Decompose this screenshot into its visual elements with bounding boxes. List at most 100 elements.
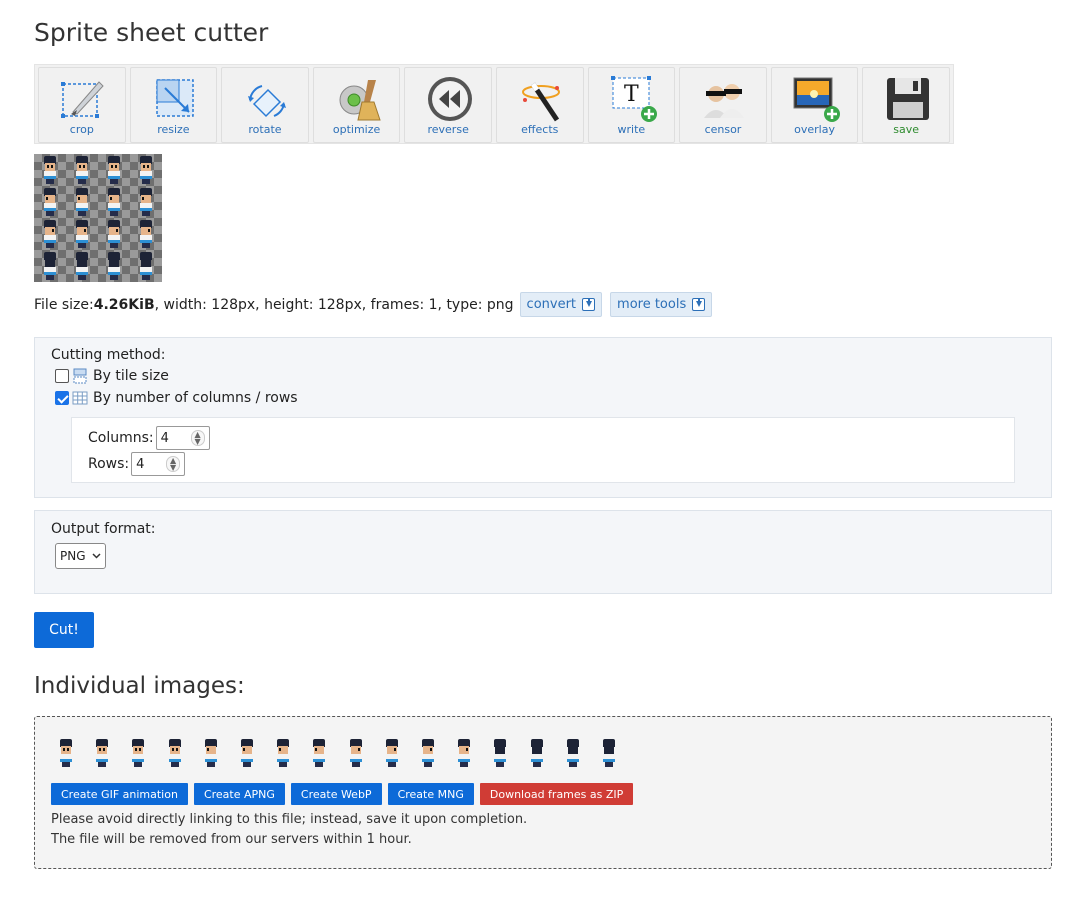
by-tile-size-checkbox[interactable]	[55, 369, 69, 383]
svg-text:T: T	[624, 82, 639, 107]
crop-tool-button[interactable]: crop	[38, 67, 126, 143]
by-columns-rows-option[interactable]: By number of columns / rows	[55, 390, 298, 406]
sprite-frame	[41, 220, 59, 248]
optimize-tool-button[interactable]: optimize	[312, 67, 401, 143]
download-arrow-icon	[692, 298, 706, 311]
by-tile-size-option[interactable]: By tile size	[55, 368, 169, 384]
rotate-icon	[248, 85, 287, 118]
cutting-method-panel: Cutting method: By tile size By number o…	[34, 337, 1052, 498]
sprite-frame	[41, 188, 59, 216]
sprite-frame	[105, 252, 123, 280]
output-format-value: PNG	[60, 549, 86, 563]
rotate-tool-button[interactable]: rotate	[221, 67, 309, 143]
rows-value: 4	[136, 456, 145, 472]
write-icon: T	[610, 76, 657, 122]
chevron-down-icon	[92, 553, 101, 559]
tool-label: rotate	[248, 123, 282, 136]
rows-field: Rows: 4 ▲ ▼	[88, 452, 186, 476]
overlay-icon	[793, 77, 840, 122]
sprite-frame	[93, 739, 111, 767]
columns-label: Columns:	[88, 430, 154, 446]
sprite-frame	[455, 739, 473, 767]
sprite-frame	[105, 156, 123, 184]
sprite-frame	[41, 252, 59, 280]
file-info: File size: 4.26KiB , width: 128px, heigh…	[34, 292, 713, 317]
effects-icon	[521, 82, 560, 122]
resize-icon	[155, 79, 194, 117]
create-mng-button[interactable]: Create MNG	[387, 783, 474, 805]
sprite-frame	[41, 156, 59, 184]
create-webp-button[interactable]: Create WebP	[290, 783, 382, 805]
sprite-frame	[347, 739, 365, 767]
more-tools-label: more tools	[617, 297, 687, 312]
grid-icon	[72, 391, 88, 405]
sprite-frame	[137, 188, 155, 216]
censor-icon	[704, 84, 745, 118]
optimize-icon	[339, 80, 381, 121]
save-icon	[887, 78, 930, 120]
cut-button[interactable]: Cut!	[34, 612, 94, 648]
individual-images-heading: Individual images:	[34, 673, 245, 699]
convert-button[interactable]: convert	[519, 292, 603, 317]
tool-label: reverse	[427, 123, 469, 136]
convert-label: convert	[526, 297, 577, 312]
sprite-frame	[73, 220, 91, 248]
tool-label: optimize	[332, 123, 381, 136]
sprite-frame	[105, 220, 123, 248]
sprite-frame	[57, 739, 75, 767]
reverse-tool-button[interactable]: reverse	[404, 67, 492, 143]
rows-input[interactable]: 4 ▲ ▼	[131, 452, 186, 476]
spinner-icon[interactable]: ▲ ▼	[190, 430, 205, 446]
file-size: 4.26KiB	[93, 296, 155, 313]
sprite-frame	[202, 739, 220, 767]
columns-input[interactable]: 4 ▲ ▼	[155, 426, 210, 450]
crop-icon	[61, 81, 104, 118]
removal-note: The file will be removed from our server…	[51, 832, 412, 847]
page: Sprite sheet cutter crop resize rotate o…	[0, 0, 1078, 904]
tool-label: censor	[704, 123, 742, 136]
create-gif-button[interactable]: Create GIF animation	[51, 783, 188, 805]
resize-tool-button[interactable]: resize	[129, 67, 218, 143]
overlay-tool-button[interactable]: overlay	[770, 67, 859, 143]
sprite-frame	[274, 739, 292, 767]
sprite-frame	[528, 739, 546, 767]
toolbar: crop resize rotate optimize reverse effe…	[34, 64, 954, 144]
reverse-icon	[428, 77, 473, 121]
by-columns-rows-checkbox[interactable]	[55, 391, 69, 405]
more-tools-button[interactable]: more tools	[610, 292, 713, 317]
sprite-frame	[383, 739, 401, 767]
download-arrow-icon	[582, 298, 596, 311]
write-tool-button[interactable]: T write	[587, 67, 676, 143]
sprite-sheet-preview	[34, 154, 162, 282]
cutting-method-label: Cutting method:	[51, 347, 166, 363]
output-format-panel: Output format: PNG	[34, 510, 1052, 594]
sprite-frame	[166, 739, 184, 767]
effects-tool-button[interactable]: effects	[495, 67, 584, 143]
save-tool-button[interactable]: save	[862, 67, 950, 143]
output-format-select[interactable]: PNG	[55, 543, 106, 569]
sprite-frame	[600, 739, 618, 767]
sprite-frame	[564, 739, 582, 767]
spinner-icon[interactable]: ▲ ▼	[166, 456, 181, 472]
tool-label: effects	[521, 123, 559, 136]
sprite-frame	[73, 156, 91, 184]
tool-label: write	[617, 123, 646, 136]
sprite-frame	[310, 739, 328, 767]
sprite-frame	[419, 739, 437, 767]
page-title: Sprite sheet cutter	[34, 18, 269, 47]
sprite-frame	[137, 220, 155, 248]
sprite-frame	[238, 739, 256, 767]
sprite-frame	[73, 252, 91, 280]
sprite-frame	[491, 739, 509, 767]
censor-tool-button[interactable]: censor	[679, 67, 767, 143]
results-panel: Create GIF animation Create APNG Create …	[34, 716, 1052, 869]
grid-settings: Columns: 4 ▲ ▼ Rows: 4 ▲ ▼	[71, 417, 1015, 483]
create-apng-button[interactable]: Create APNG	[193, 783, 285, 805]
columns-value: 4	[160, 430, 169, 446]
output-format-label: Output format:	[51, 521, 156, 537]
by-tile-size-label: By tile size	[93, 368, 169, 384]
download-zip-button[interactable]: Download frames as ZIP	[479, 783, 634, 805]
sprite-frame	[137, 252, 155, 280]
tool-label: resize	[157, 123, 190, 136]
tool-label: crop	[69, 123, 94, 136]
